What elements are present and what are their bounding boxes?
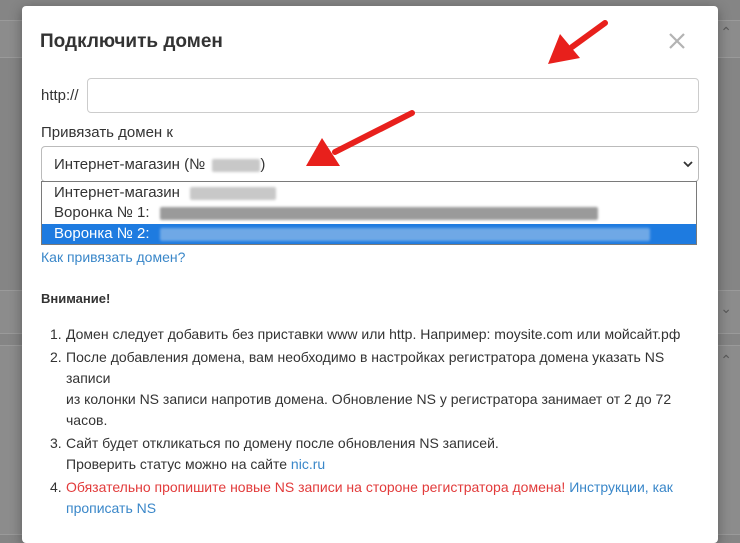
select-current-value: Интернет-магазин (№ )	[54, 156, 265, 173]
chevron-down-icon	[683, 161, 693, 168]
dropdown-option-selected[interactable]: Воронка № 2:	[42, 224, 696, 244]
item-number: 3.	[50, 435, 62, 451]
option-label: Воронка № 1:	[54, 204, 150, 222]
bind-target-select[interactable]: Интернет-магазин (№ )	[41, 146, 699, 182]
instructions-list: 1. Домен следует добавить без приставки …	[50, 324, 706, 521]
item-text: После добавления домена, вам необходимо …	[66, 349, 665, 365]
domain-input[interactable]	[87, 78, 699, 113]
background-chevron-icon: ⌃	[720, 352, 732, 368]
item-text: из колонки NS записи напротив домена. Об…	[66, 391, 672, 407]
close-icon	[669, 33, 685, 49]
item-number: 1.	[50, 326, 62, 342]
modal-title: Подключить домен	[40, 31, 223, 52]
item-number: 2.	[50, 349, 62, 365]
bind-domain-label: Привязать домен к	[41, 124, 173, 141]
instruction-item: 3. Сайт будет откликаться по домену посл…	[50, 433, 706, 475]
redacted-id	[212, 158, 261, 172]
dropdown-option[interactable]: Воронка № 1:	[42, 203, 696, 223]
warning-text: Обязательно пропишите новые NS записи на…	[66, 479, 566, 495]
connect-domain-modal: Подключить домен http:// Привязать домен…	[22, 6, 718, 543]
item-text: Сайт будет откликаться по домену после о…	[66, 435, 499, 451]
nic-ru-link[interactable]: nic.ru	[291, 456, 325, 472]
option-label: Интернет-магазин	[54, 184, 180, 202]
close-button[interactable]	[664, 28, 690, 54]
item-number: 4.	[50, 479, 62, 495]
attention-heading: Внимание!	[41, 291, 111, 306]
option-label: Воронка № 2:	[54, 225, 150, 243]
item-text: часов.	[66, 412, 108, 428]
redacted-funnel-name	[159, 206, 598, 220]
instruction-item: 1. Домен следует добавить без приставки …	[50, 324, 706, 345]
item-text: Домен следует добавить без приставки www…	[66, 326, 681, 342]
how-to-bind-link[interactable]: Как привязать домен?	[41, 249, 185, 265]
select-value-suffix: )	[260, 156, 266, 173]
http-prefix-label: http://	[41, 87, 79, 104]
select-value-text: Интернет-магазин (№	[54, 156, 206, 173]
background-chevron-icon: ⌃	[720, 24, 732, 40]
redacted-id	[190, 186, 277, 200]
item-text: записи	[66, 370, 111, 386]
instruction-item: 4. Обязательно пропишите новые NS записи…	[50, 477, 706, 519]
instruction-item: 2. После добавления домена, вам необходи…	[50, 347, 706, 431]
redacted-funnel-name	[159, 227, 650, 241]
bind-target-dropdown: Интернет-магазин Воронка № 1: Воронка № …	[41, 181, 697, 245]
dropdown-option[interactable]: Интернет-магазин	[42, 183, 696, 203]
item-text: Проверить статус можно на сайте	[66, 456, 291, 472]
background-chevron-icon: ⌄	[720, 300, 732, 316]
